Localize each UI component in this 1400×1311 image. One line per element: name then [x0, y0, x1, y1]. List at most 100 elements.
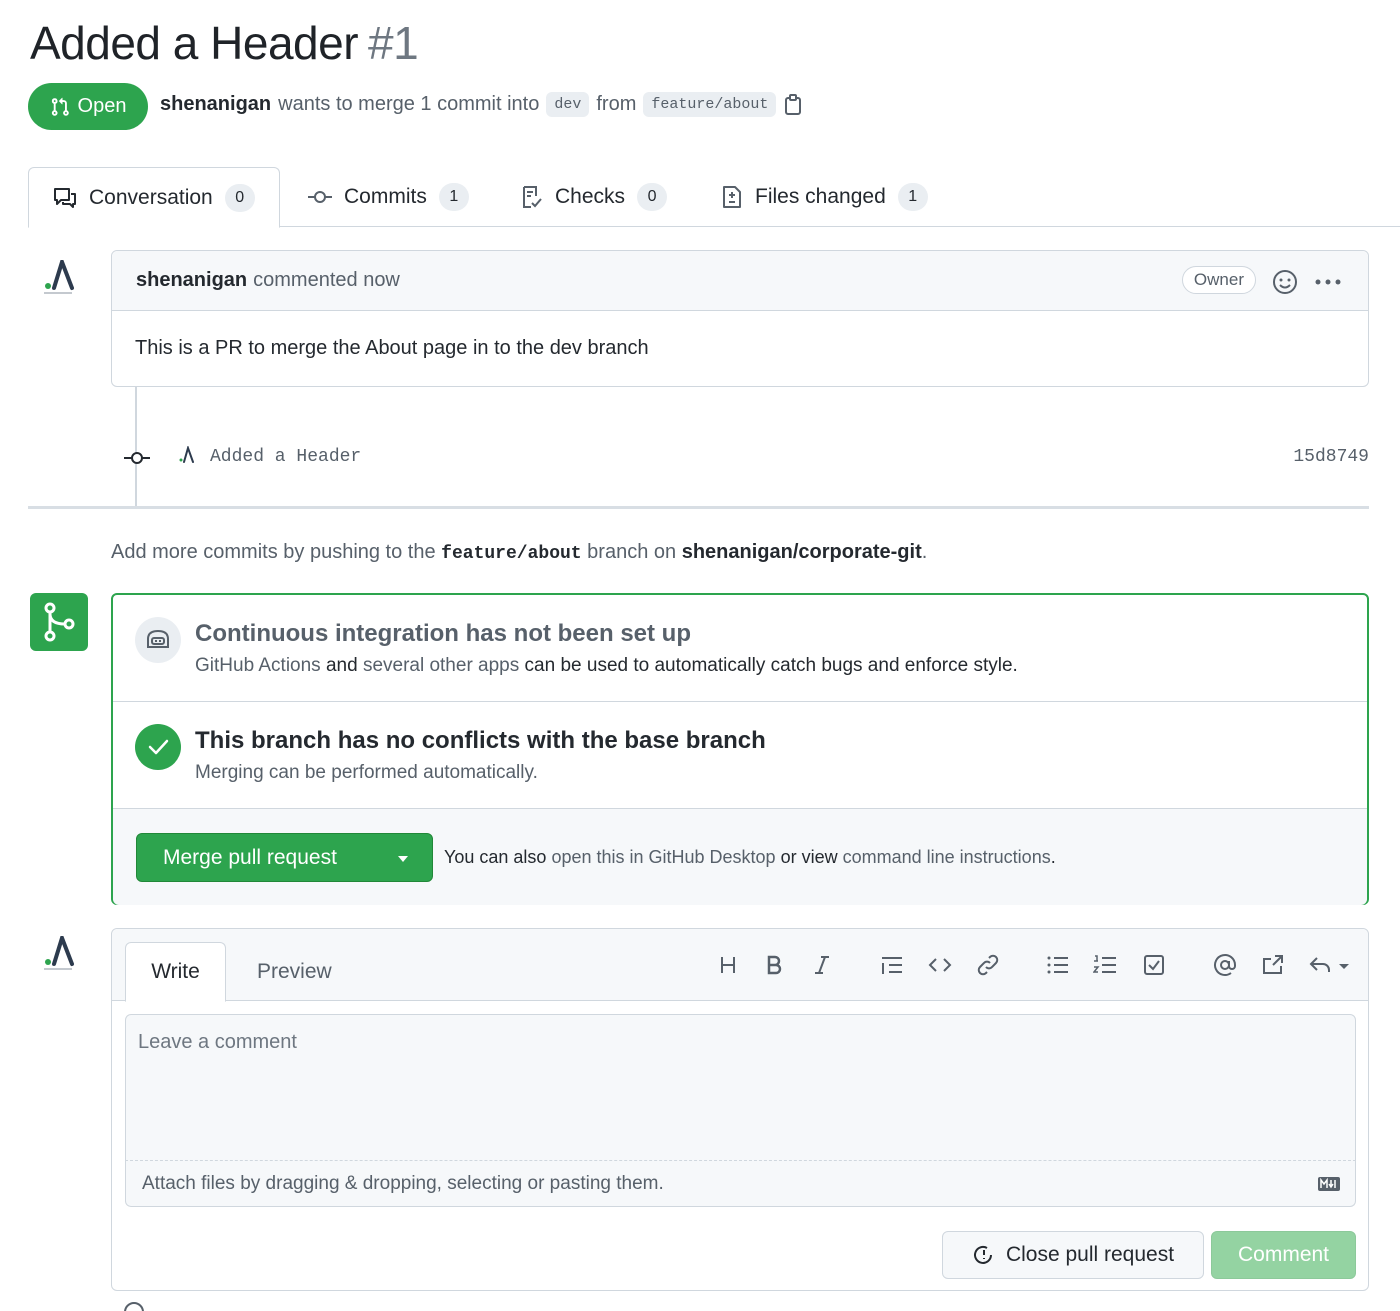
state-badge: Open: [28, 83, 148, 130]
also-or: or view: [780, 847, 838, 867]
tab-label: Commits: [344, 185, 427, 208]
merge-button-label: Merge pull request: [163, 845, 337, 869]
pr-author-link[interactable]: shenanigan: [160, 93, 271, 116]
github-actions-link[interactable]: GitHub Actions: [195, 655, 321, 676]
timeline-commit: Added a Header 15d8749: [120, 440, 1369, 476]
conflict-title: This branch has no conflicts with the ba…: [195, 727, 766, 754]
robot-icon: [135, 617, 181, 663]
tab-counter: 1: [438, 183, 469, 211]
push-hint-prefix: Add more commits by pushing to the: [111, 541, 436, 563]
comment-box: shenanigan commented now Owner This is a…: [111, 250, 1369, 387]
file-diff-icon: [723, 186, 741, 208]
conflict-status-section: This branch has no conflicts with the ba…: [113, 702, 1367, 809]
tab-conversation[interactable]: Conversation 0: [28, 167, 280, 228]
pr-title: Added a Header #1: [30, 16, 419, 70]
comment-header: shenanigan commented now Owner: [112, 251, 1368, 311]
tab-label: Checks: [555, 185, 626, 208]
pr-tabs: Conversation 0 Commits 1 Checks 0 Files …: [28, 167, 1400, 228]
avatar[interactable]: [40, 260, 80, 300]
ci-rest: can be used to automatically catch bugs …: [524, 655, 1018, 676]
comment-discussion-icon: [54, 187, 76, 208]
tasklist-icon[interactable]: [1140, 951, 1168, 979]
quote-icon[interactable]: [878, 951, 906, 979]
git-merge-icon: [30, 593, 88, 651]
comment-timestamp[interactable]: commented now: [253, 269, 400, 292]
command-line-link[interactable]: command line instructions: [843, 847, 1051, 867]
comment-author[interactable]: shenanigan: [136, 269, 247, 292]
pr-meta: shenanigan wants to merge 1 commit into …: [160, 92, 803, 117]
merge-alternatives: You can also open this in GitHub Desktop…: [444, 847, 1056, 868]
comment-body: This is a PR to merge the About page in …: [135, 337, 649, 359]
pr-number: #1: [368, 17, 419, 69]
check-icon: [135, 724, 181, 770]
git-pull-request-icon: [51, 97, 69, 116]
merge-pull-request-button[interactable]: Merge pull request: [136, 833, 433, 882]
from-text: from: [596, 93, 637, 115]
also-prefix: You can also: [444, 847, 547, 867]
tab-counter: 1: [897, 183, 928, 211]
close-pull-request-button[interactable]: Close pull request: [942, 1231, 1204, 1279]
tab-label: Conversation: [89, 185, 213, 209]
reply-icon[interactable]: [1307, 951, 1355, 979]
checklist-icon: [523, 186, 542, 208]
attach-files-bar[interactable]: Attach files by dragging & dropping, sel…: [125, 1161, 1356, 1207]
tab-commits[interactable]: Commits 1: [308, 167, 469, 227]
ci-status-section: Continuous integration has not been set …: [113, 595, 1367, 702]
commit-author-avatar[interactable]: [178, 446, 196, 466]
comment-textarea[interactable]: Leave a comment: [125, 1014, 1356, 1161]
push-hint-branch: feature/about: [441, 544, 582, 564]
heading-icon[interactable]: [714, 951, 742, 979]
tab-label: Files changed: [755, 185, 886, 208]
close-button-label: Close pull request: [1005, 1243, 1175, 1266]
cross-reference-icon[interactable]: [1259, 951, 1287, 979]
copy-branch-icon[interactable]: [783, 93, 803, 116]
smiley-icon[interactable]: [1272, 269, 1298, 295]
base-branch[interactable]: dev: [546, 92, 590, 117]
tab-write[interactable]: Write: [125, 942, 226, 1002]
conflict-subtitle: Merging can be performed automatically.: [195, 762, 538, 783]
state-label: Open: [77, 95, 127, 117]
tab-files-changed[interactable]: Files changed 1: [721, 167, 928, 227]
comment-button[interactable]: Comment: [1211, 1231, 1356, 1279]
mention-icon[interactable]: [1211, 951, 1239, 979]
unordered-list-icon[interactable]: [1044, 951, 1072, 979]
merge-box: Continuous integration has not been set …: [111, 593, 1369, 905]
triangle-down-icon[interactable]: [396, 854, 410, 864]
timeline-divider: [28, 506, 1369, 509]
code-icon[interactable]: [926, 951, 954, 979]
markdown-icon[interactable]: [1317, 1176, 1341, 1192]
link-icon[interactable]: [974, 951, 1002, 979]
merge-action-section: Merge pull request You can also open thi…: [113, 809, 1367, 905]
pr-title-text: Added a Header: [30, 17, 359, 69]
tab-counter: 0: [224, 183, 255, 212]
avatar[interactable]: [40, 936, 80, 976]
commit-sha[interactable]: 15d8749: [1293, 447, 1369, 467]
other-apps-link[interactable]: several other apps: [363, 655, 519, 676]
git-commit-icon: [308, 191, 332, 203]
bold-icon[interactable]: [760, 951, 788, 979]
ordered-list-icon[interactable]: [1091, 951, 1119, 979]
merge-text: wants to merge 1 commit into: [278, 93, 540, 115]
git-commit-icon: [124, 452, 150, 464]
attach-text: Attach files by dragging & dropping, sel…: [142, 1172, 664, 1194]
ci-title: Continuous integration has not been set …: [195, 620, 691, 647]
editor-header: Write Preview: [112, 929, 1368, 1002]
info-icon: [124, 1302, 144, 1311]
push-hint: Add more commits by pushing to the featu…: [111, 541, 927, 564]
push-hint-repo[interactable]: shenanigan/corporate-git: [682, 541, 922, 563]
issue-closed-icon: [973, 1245, 992, 1264]
ci-and: and: [325, 655, 358, 676]
italic-icon[interactable]: [808, 951, 836, 979]
push-hint-middle: branch on: [587, 541, 677, 563]
tab-preview[interactable]: Preview: [257, 942, 332, 1002]
owner-badge: Owner: [1181, 266, 1256, 294]
commit-message[interactable]: Added a Header: [210, 447, 361, 467]
tab-counter: 0: [637, 183, 668, 211]
new-comment-form: Write Preview Leave a comment Attach fil…: [111, 928, 1369, 1291]
also-suffix: .: [1050, 847, 1056, 867]
ci-subtitle: GitHub Actions and several other apps ca…: [195, 655, 1018, 677]
tab-checks[interactable]: Checks 0: [521, 167, 668, 227]
github-desktop-link[interactable]: open this in GitHub Desktop: [551, 847, 775, 867]
head-branch[interactable]: feature/about: [643, 92, 777, 117]
kebab-horizontal-icon[interactable]: [1314, 269, 1342, 295]
